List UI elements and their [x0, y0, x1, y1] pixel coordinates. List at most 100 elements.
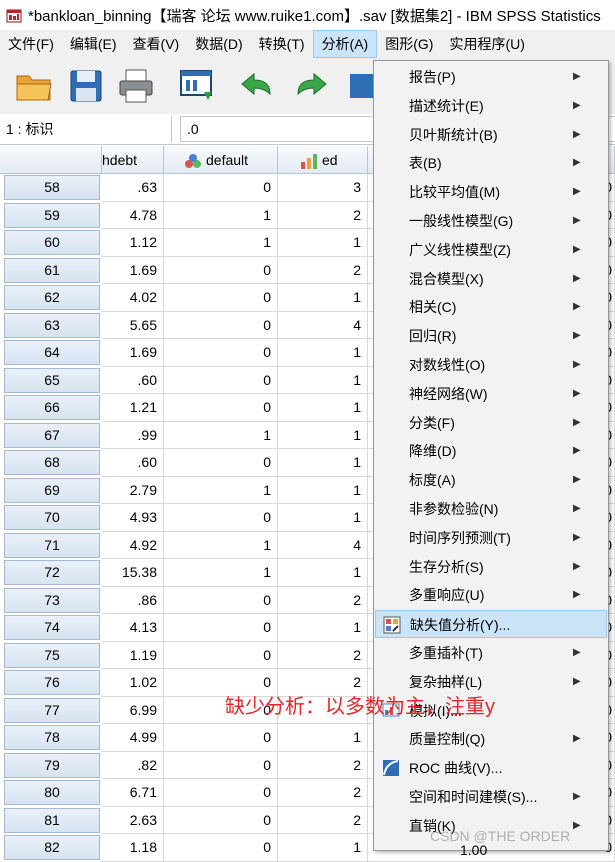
- cell-hdebt[interactable]: 1.69: [102, 256, 164, 284]
- cell-ed[interactable]: 4: [278, 531, 368, 559]
- corner-header[interactable]: [0, 146, 102, 174]
- menu-item-2[interactable]: 查看(V): [125, 30, 188, 58]
- undo-icon[interactable]: [238, 66, 278, 106]
- row-number[interactable]: 69: [4, 477, 100, 503]
- cell-hdebt[interactable]: 2.63: [102, 806, 164, 834]
- cell-hdebt[interactable]: .82: [102, 751, 164, 779]
- cell-ed[interactable]: 1: [278, 339, 368, 367]
- analyze-menu-item-7[interactable]: 混合模型(X) ▶: [375, 265, 607, 293]
- cell-ed[interactable]: 1: [278, 449, 368, 477]
- row-number[interactable]: 59: [4, 202, 100, 228]
- analyze-menu-item-14[interactable]: 标度(A) ▶: [375, 466, 607, 494]
- analyze-menu-item-24[interactable]: ROC 曲线(V)...: [375, 754, 607, 782]
- redo-icon[interactable]: [290, 66, 330, 106]
- cell-ed[interactable]: 1: [278, 724, 368, 752]
- cell-hdebt[interactable]: 6.71: [102, 779, 164, 807]
- analyze-menu-item-15[interactable]: 非参数检验(N) ▶: [375, 495, 607, 523]
- cell-default[interactable]: 0: [164, 724, 278, 752]
- menu-item-5[interactable]: 分析(A): [312, 30, 378, 58]
- analyze-menu-item-10[interactable]: 对数线性(O) ▶: [375, 351, 607, 379]
- cell-default[interactable]: 1: [164, 421, 278, 449]
- row-number[interactable]: 66: [4, 395, 100, 420]
- analyze-menu-item-17[interactable]: 生存分析(S) ▶: [375, 553, 607, 581]
- analyze-menu-item-19[interactable]: 缺失值分析(Y)...: [375, 610, 607, 639]
- cell-hdebt[interactable]: .60: [102, 449, 164, 477]
- menu-item-0[interactable]: 文件(F): [0, 30, 62, 58]
- dialog-recall-icon[interactable]: [178, 66, 218, 106]
- cell-ed[interactable]: 1: [278, 229, 368, 257]
- analyze-menu-item-13[interactable]: 降维(D) ▶: [375, 437, 607, 465]
- column-header-hdebt[interactable]: hdebt: [102, 146, 164, 174]
- cell-default[interactable]: 0: [164, 256, 278, 284]
- cell-ed[interactable]: 2: [278, 201, 368, 229]
- cell-default[interactable]: 0: [164, 311, 278, 339]
- menu-item-4[interactable]: 转换(T): [251, 30, 313, 58]
- analyze-menu-item-6[interactable]: 广义线性模型(Z) ▶: [375, 236, 607, 264]
- cell-hdebt[interactable]: 1.18: [102, 834, 164, 862]
- column-header-default[interactable]: default: [164, 146, 278, 174]
- cell-ed[interactable]: 1: [278, 394, 368, 422]
- analyze-menu-item-8[interactable]: 相关(C) ▶: [375, 293, 607, 321]
- save-icon[interactable]: [66, 66, 106, 106]
- cell-default[interactable]: 0: [164, 504, 278, 532]
- cell-ed[interactable]: 2: [278, 751, 368, 779]
- cell-default[interactable]: 0: [164, 366, 278, 394]
- cell-hdebt[interactable]: 4.93: [102, 504, 164, 532]
- row-number[interactable]: 81: [4, 807, 100, 833]
- print-icon[interactable]: [116, 66, 156, 106]
- row-number[interactable]: 75: [4, 642, 100, 668]
- analyze-menu-item-12[interactable]: 分类(F) ▶: [375, 409, 607, 437]
- row-number[interactable]: 65: [4, 367, 100, 393]
- row-number[interactable]: 80: [4, 780, 100, 805]
- analyze-menu-item-5[interactable]: 一般线性模型(G) ▶: [375, 207, 607, 235]
- row-number[interactable]: 63: [4, 312, 100, 338]
- cell-default[interactable]: 0: [164, 284, 278, 312]
- cell-hdebt[interactable]: .63: [102, 174, 164, 202]
- cell-ed[interactable]: 4: [278, 311, 368, 339]
- row-number[interactable]: 79: [4, 752, 100, 778]
- row-number[interactable]: 73: [4, 587, 100, 613]
- menu-item-3[interactable]: 数据(D): [187, 30, 250, 58]
- cell-hdebt[interactable]: 4.99: [102, 724, 164, 752]
- row-number[interactable]: 64: [4, 340, 100, 365]
- cell-hdebt[interactable]: .99: [102, 421, 164, 449]
- analyze-menu-item-1[interactable]: 描述统计(E) ▶: [375, 92, 607, 120]
- cell-ed[interactable]: 1: [278, 834, 368, 862]
- analyze-menu-item-2[interactable]: 贝叶斯统计(B) ▶: [375, 121, 607, 149]
- cell-hdebt[interactable]: 2.79: [102, 476, 164, 504]
- cell-default[interactable]: 1: [164, 229, 278, 257]
- cell-hdebt[interactable]: 5.65: [102, 311, 164, 339]
- cell-hdebt[interactable]: 6.99: [102, 696, 164, 724]
- row-number[interactable]: 82: [4, 835, 100, 860]
- row-number[interactable]: 70: [4, 505, 100, 530]
- analyze-menu-item-3[interactable]: 表(B) ▶: [375, 149, 607, 177]
- cell-ed[interactable]: 1: [278, 504, 368, 532]
- cell-ed[interactable]: 1: [278, 421, 368, 449]
- cell-ed[interactable]: 2: [278, 256, 368, 284]
- analyze-menu-item-23[interactable]: 质量控制(Q) ▶: [375, 725, 607, 753]
- cell-hdebt[interactable]: 1.21: [102, 394, 164, 422]
- cell-hdebt[interactable]: 4.92: [102, 531, 164, 559]
- row-number[interactable]: 78: [4, 725, 100, 750]
- cell-ed[interactable]: 1: [278, 476, 368, 504]
- cell-default[interactable]: 0: [164, 806, 278, 834]
- cell-hdebt[interactable]: 1.69: [102, 339, 164, 367]
- menu-item-6[interactable]: 图形(G): [377, 30, 441, 58]
- cell-default[interactable]: 0: [164, 834, 278, 862]
- cell-hdebt[interactable]: 1.12: [102, 229, 164, 257]
- analyze-menu-item-0[interactable]: 报告(P) ▶: [375, 63, 607, 91]
- cell-default[interactable]: 0: [164, 614, 278, 642]
- cell-ed[interactable]: 2: [278, 779, 368, 807]
- cell-default[interactable]: 0: [164, 174, 278, 202]
- menu-item-1[interactable]: 编辑(E): [62, 30, 125, 58]
- row-number[interactable]: 67: [4, 422, 100, 448]
- cell-hdebt[interactable]: 4.78: [102, 201, 164, 229]
- analyze-menu-item-20[interactable]: 多重插补(T) ▶: [375, 639, 607, 667]
- cell-default[interactable]: 0: [164, 394, 278, 422]
- row-number[interactable]: 74: [4, 615, 100, 640]
- row-number[interactable]: 72: [4, 560, 100, 585]
- analyze-menu-item-16[interactable]: 时间序列预测(T) ▶: [375, 524, 607, 552]
- column-header-ed[interactable]: ed: [278, 146, 368, 174]
- cell-ed[interactable]: 1: [278, 366, 368, 394]
- cell-hdebt[interactable]: 1.02: [102, 669, 164, 697]
